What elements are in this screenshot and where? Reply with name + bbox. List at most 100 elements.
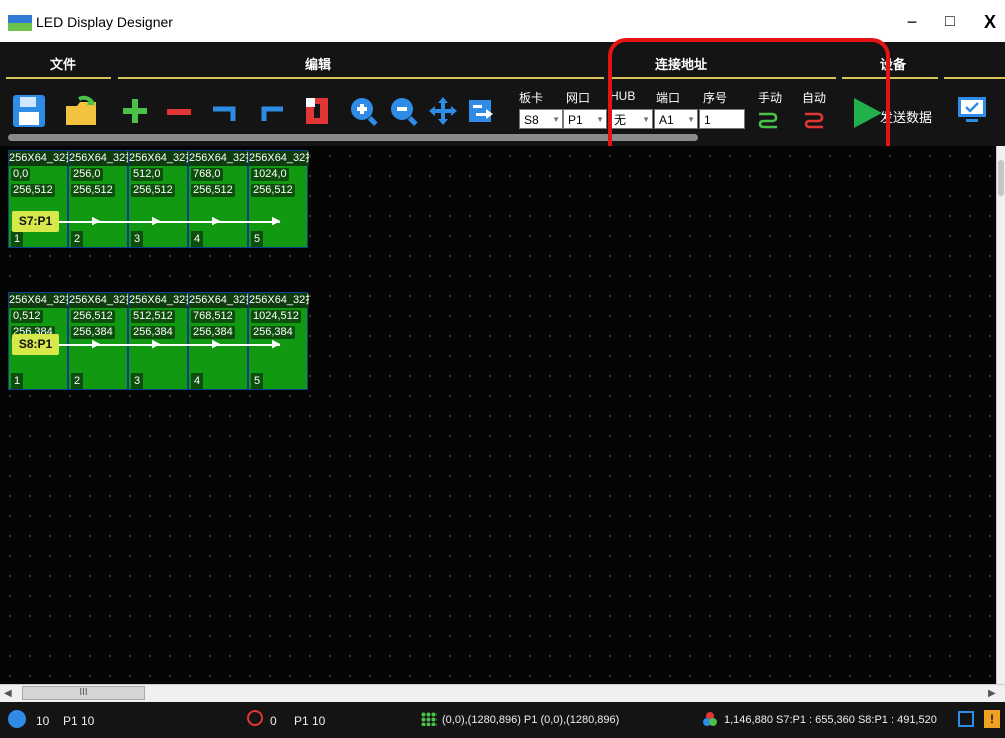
pixel-count-text: 1,146,880 S7:P1 : 655,360 S8:P1 : 491,52… — [724, 714, 937, 726]
export-icon[interactable] — [462, 92, 500, 130]
chevron-down-icon: ▼ — [596, 115, 604, 124]
close-button[interactable]: X — [978, 10, 1002, 34]
arrow-icon: ▶ — [92, 338, 101, 350]
menu-edit[interactable]: 编辑 — [305, 54, 331, 73]
zoom-out-icon[interactable] — [385, 92, 423, 130]
arrow-icon: ▶ — [272, 215, 281, 227]
panel-index: 1 — [11, 373, 23, 389]
align-left-icon[interactable] — [206, 92, 244, 130]
pie-icon — [8, 710, 26, 728]
menu-divider — [118, 77, 604, 79]
panel-header: 256X64_32扫 — [189, 151, 249, 166]
port-tag[interactable]: S7:P1 — [12, 211, 59, 232]
panel-index: 1 — [11, 231, 23, 247]
horizontal-scrollbar[interactable] — [0, 684, 1005, 703]
delete-panel-icon[interactable] — [298, 92, 336, 130]
panel-index: 3 — [131, 231, 143, 247]
grid-icon — [421, 712, 437, 726]
status-bar: 10 P1 10 0 P1 10 (0,0),(1280,896) P1 (0,… — [0, 702, 1005, 738]
remove-icon[interactable] — [160, 92, 198, 130]
arrow-icon: ▶ — [92, 215, 101, 227]
arrow-icon: ▶ — [272, 338, 281, 350]
panel-origin: 256,512 — [71, 310, 115, 323]
add-icon[interactable] — [116, 92, 154, 130]
panel-size: 256,512 — [71, 184, 115, 197]
arrow-icon: ▶ — [152, 338, 161, 350]
panel-index: 5 — [251, 231, 263, 247]
panel-origin: 768,0 — [191, 168, 223, 181]
panel-origin: 1024,512 — [251, 310, 301, 323]
panel-index: 2 — [71, 373, 83, 389]
led-panel[interactable]: 256X64_32扫 512,0 256,512 3 — [128, 150, 189, 248]
move-icon[interactable] — [424, 92, 462, 130]
mid-ports: P1 10 — [294, 714, 326, 728]
menu-divider — [6, 77, 111, 79]
vertical-scroll-thumb[interactable] — [998, 160, 1004, 196]
panel-header: 256X64_32扫 — [129, 293, 189, 308]
align-right-icon[interactable] — [253, 92, 291, 130]
panel-origin: 1024,0 — [251, 168, 289, 181]
forbidden-icon — [247, 710, 263, 726]
led-panel[interactable]: 256X64_32扫 256,0 256,512 2 — [68, 150, 129, 248]
window-title: LED Display Designer — [36, 14, 173, 30]
panel-index: 4 — [191, 231, 203, 247]
board-value: S8 — [524, 113, 539, 127]
panel-index: 3 — [131, 373, 143, 389]
menu-divider — [944, 77, 1005, 79]
panel-header: 256X64_32扫 — [249, 293, 309, 308]
panel-size: 256,512 — [191, 184, 235, 197]
vertical-scrollbar[interactable] — [996, 146, 1005, 684]
panel-header: 256X64_32扫 — [249, 151, 309, 166]
arrow-icon: ▶ — [212, 215, 221, 227]
led-panel[interactable]: 256X64_32扫 1024,0 256,512 5 — [248, 150, 309, 248]
mid-count: 0 — [270, 714, 277, 728]
pointer-icon[interactable] — [958, 711, 974, 727]
panel-origin: 256,0 — [71, 168, 103, 181]
panel-index: 5 — [251, 373, 263, 389]
app-icon — [8, 15, 32, 31]
port-select[interactable]: P1 ▼ — [563, 109, 607, 129]
panel-origin: 768,512 — [191, 310, 235, 323]
panel-origin: 0,512 — [11, 310, 43, 323]
arrow-icon: ▶ — [152, 215, 161, 227]
rgb-icon — [702, 711, 718, 727]
led-panel[interactable]: 256X64_32扫 768,0 256,512 4 — [188, 150, 249, 248]
port-value: P1 — [568, 113, 583, 127]
board-select[interactable]: S8 ▼ — [519, 109, 563, 129]
port-tag[interactable]: S8:P1 — [12, 334, 59, 355]
panel-header: 256X64_32扫 — [189, 293, 249, 308]
panel-size: 256,512 — [251, 184, 295, 197]
panel-header: 256X64_32扫 — [69, 151, 129, 166]
arrow-icon: ▶ — [212, 338, 221, 350]
save-icon[interactable] — [10, 92, 48, 130]
scroll-left-icon[interactable]: ◀ — [4, 688, 12, 699]
panel-origin: 512,0 — [131, 168, 163, 181]
panel-header: 256X64_32扫 — [129, 151, 189, 166]
panel-size: 256,512 — [11, 184, 55, 197]
design-canvas[interactable]: 256X64_32扫0,0256,5121256X64_32扫256,0256,… — [0, 146, 996, 684]
ribbon-scrollbar[interactable] — [8, 134, 698, 141]
port-label: 网口 — [566, 91, 591, 105]
monitor-icon[interactable] — [953, 92, 991, 130]
led-panel[interactable]: 256X64_32扫 0,0 256,512 1 — [8, 150, 69, 248]
title-bar: LED Display Designer − □ X — [0, 0, 1005, 43]
panel-origin: 512,512 — [131, 310, 175, 323]
panel-header: 256X64_32扫 — [69, 293, 129, 308]
panel-origin: 0,0 — [11, 168, 31, 181]
chevron-down-icon: ▼ — [552, 115, 560, 124]
panel-header: 256X64_32扫 — [9, 293, 69, 308]
zoom-in-icon[interactable] — [345, 92, 383, 130]
open-folder-icon[interactable] — [63, 92, 101, 130]
menu-file[interactable]: 文件 — [50, 54, 76, 73]
maximize-button[interactable]: □ — [938, 10, 962, 34]
panel-header: 256X64_32扫 — [9, 151, 69, 166]
warning-icon[interactable]: ! — [984, 710, 1000, 728]
panel-index: 4 — [191, 373, 203, 389]
minimize-button[interactable]: − — [900, 10, 924, 34]
horizontal-scroll-thumb[interactable]: III — [22, 686, 145, 700]
scroll-right-icon[interactable]: ▶ — [988, 688, 996, 699]
geometry-text: (0,0),(1280,896) P1 (0,0),(1280,896) — [442, 714, 620, 726]
left-ports: P1 10 — [63, 714, 95, 728]
left-count: 10 — [36, 714, 50, 728]
panel-index: 2 — [71, 231, 83, 247]
